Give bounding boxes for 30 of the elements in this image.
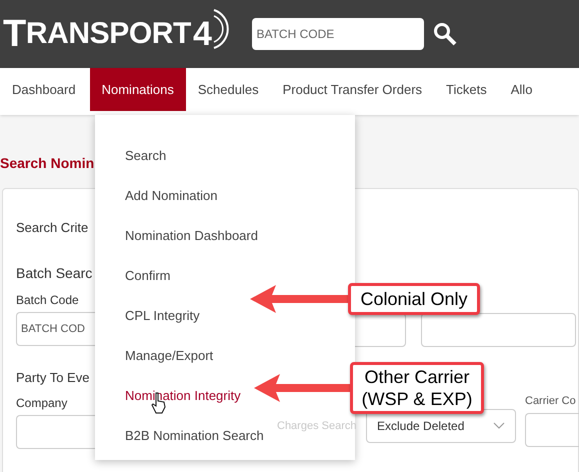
menu-item[interactable]: CPL Integrity [125,306,200,326]
company-label: Company [16,395,68,412]
callout-label: Colonial Only [348,283,480,315]
menu-item[interactable]: Manage/Export [125,346,214,366]
page-title: Search Nomin [0,154,95,173]
menu-item[interactable]: Nomination Dashboard [125,226,258,246]
callout-label: Other Carrier (WSP & EXP) [350,362,484,414]
batch-code-label: Batch Code [16,292,80,309]
arrow-icon [250,284,348,314]
logo-text: TRANSPORT4 [3,15,212,53]
batch-search-heading: Batch Searc [16,264,94,283]
nav-tab[interactable]: Nominations [90,68,186,111]
party-heading: Party To Eve [16,369,90,387]
carrier-field[interactable] [525,412,579,446]
search-icon[interactable] [433,22,458,46]
chevron-down-icon [493,422,505,430]
menu-item[interactable]: B2B Nomination Search [125,426,264,446]
nav-tab[interactable]: Schedules [186,68,271,111]
carrier-label: Carrier Co [525,394,577,409]
nav-tab[interactable]: Product Transfer Orders [270,68,434,111]
nav-tab[interactable]: Dashboard [0,68,90,111]
section-heading: Search Crite [16,219,90,237]
menu-item[interactable]: Search [125,146,166,166]
rings-icon [212,7,230,51]
nav-tab[interactable]: Tickets [434,68,499,111]
menu-item[interactable]: Confirm [125,266,171,286]
nav-tab[interactable]: Allo [498,68,544,111]
arrow-icon [254,373,350,403]
batch-code-search-field[interactable]: BATCH CODE [252,18,424,50]
menu-item[interactable]: Add Nomination [125,186,218,206]
